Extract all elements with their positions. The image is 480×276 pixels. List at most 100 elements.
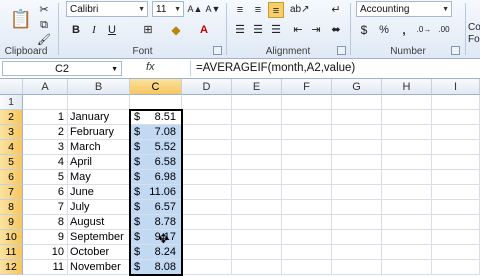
merge-center-icon[interactable]: ⬌: [328, 22, 344, 38]
cut-icon[interactable]: ✂: [36, 2, 52, 18]
row-header[interactable]: 8: [0, 200, 23, 215]
cell-e[interactable]: [232, 155, 282, 170]
number-format-combo[interactable]: Accounting ▼: [356, 1, 452, 17]
name-box[interactable]: C2 ▼: [2, 61, 122, 76]
cell-g[interactable]: [332, 230, 382, 245]
currency-icon[interactable]: $: [356, 22, 372, 38]
dialog-launcher-icon[interactable]: [213, 46, 222, 55]
cell-g[interactable]: [332, 110, 382, 125]
cell-c[interactable]: $6.98: [130, 170, 182, 185]
cell-b[interactable]: June: [68, 185, 130, 200]
percent-icon[interactable]: %: [376, 22, 392, 38]
cell-i[interactable]: [432, 200, 480, 215]
font-size-combo[interactable]: 11 ▼: [152, 1, 184, 17]
font-color-icon[interactable]: A: [196, 22, 212, 38]
font-name-combo[interactable]: Calibri ▼: [66, 1, 148, 17]
comma-style-icon[interactable]: ,: [396, 22, 412, 38]
cell-a[interactable]: 9: [23, 230, 68, 245]
cell-i[interactable]: [432, 215, 480, 230]
column-header-d[interactable]: D: [182, 79, 232, 95]
align-center-icon[interactable]: ☰: [250, 22, 266, 38]
formula-input[interactable]: =AVERAGEIF(month,A2,value): [196, 60, 355, 77]
cell-g[interactable]: [332, 170, 382, 185]
cell-c[interactable]: $8.08: [130, 260, 182, 275]
cell-h[interactable]: [382, 245, 432, 260]
cell-b[interactable]: [68, 95, 130, 110]
cell-f[interactable]: [282, 155, 332, 170]
cell-d[interactable]: [182, 110, 232, 125]
underline-button[interactable]: U: [104, 22, 120, 38]
cell-f[interactable]: [282, 170, 332, 185]
cell-d[interactable]: [182, 170, 232, 185]
column-header-h[interactable]: H: [382, 79, 432, 95]
cell-b[interactable]: March: [68, 140, 130, 155]
cell-e[interactable]: [232, 140, 282, 155]
cell-a[interactable]: 4: [23, 155, 68, 170]
cell-h[interactable]: [382, 200, 432, 215]
cell-f[interactable]: [282, 125, 332, 140]
cell-a[interactable]: 8: [23, 215, 68, 230]
decrease-indent-icon[interactable]: ⇤: [290, 22, 306, 38]
orientation-icon[interactable]: ab↗: [290, 2, 310, 18]
cell-a[interactable]: 2: [23, 125, 68, 140]
cell-f[interactable]: [282, 185, 332, 200]
cell-e[interactable]: [232, 110, 282, 125]
cell-h[interactable]: [382, 170, 432, 185]
cell-a[interactable]: 7: [23, 200, 68, 215]
cell-i[interactable]: [432, 170, 480, 185]
cell-g[interactable]: [332, 125, 382, 140]
cell-e[interactable]: [232, 215, 282, 230]
cell-f[interactable]: [282, 230, 332, 245]
cell-i[interactable]: [432, 140, 480, 155]
cell-e[interactable]: [232, 185, 282, 200]
wrap-text-icon[interactable]: ↵: [328, 2, 344, 18]
row-header[interactable]: 10: [0, 230, 23, 245]
copy-icon[interactable]: ⧉: [36, 17, 52, 33]
cell-g[interactable]: [332, 185, 382, 200]
cell-f[interactable]: [282, 200, 332, 215]
row-header[interactable]: 11: [0, 245, 23, 260]
cell-d[interactable]: [182, 125, 232, 140]
cell-a[interactable]: 3: [23, 140, 68, 155]
cell-h[interactable]: [382, 230, 432, 245]
cell-h[interactable]: [382, 185, 432, 200]
cell-i[interactable]: [432, 95, 480, 110]
cell-g[interactable]: [332, 95, 382, 110]
column-header-a[interactable]: A: [23, 79, 68, 95]
cell-c[interactable]: $5.52: [130, 140, 182, 155]
cell-c[interactable]: $9.17: [130, 230, 182, 245]
cell-f[interactable]: [282, 260, 332, 275]
cell-i[interactable]: [432, 245, 480, 260]
row-header[interactable]: 3: [0, 125, 23, 140]
cell-g[interactable]: [332, 260, 382, 275]
cell-f[interactable]: [282, 215, 332, 230]
cell-b[interactable]: February: [68, 125, 130, 140]
row-header[interactable]: 7: [0, 185, 23, 200]
row-header[interactable]: 4: [0, 140, 23, 155]
cell-g[interactable]: [332, 155, 382, 170]
cell-d[interactable]: [182, 200, 232, 215]
column-header-c[interactable]: C: [130, 79, 182, 95]
fill-color-icon[interactable]: ◆: [168, 22, 184, 38]
cell-b[interactable]: November: [68, 260, 130, 275]
column-header-e[interactable]: E: [232, 79, 282, 95]
cell-h[interactable]: [382, 125, 432, 140]
align-middle-icon[interactable]: ≡: [250, 2, 266, 18]
cell-f[interactable]: [282, 95, 332, 110]
cell-h[interactable]: [382, 260, 432, 275]
row-header[interactable]: 6: [0, 170, 23, 185]
cell-d[interactable]: [182, 230, 232, 245]
cell-i[interactable]: [432, 155, 480, 170]
select-all-corner[interactable]: [0, 79, 23, 95]
cell-h[interactable]: [382, 155, 432, 170]
row-header[interactable]: 1: [0, 95, 23, 110]
shrink-font-icon[interactable]: A▼: [205, 1, 221, 17]
cell-i[interactable]: [432, 125, 480, 140]
borders-icon[interactable]: ⊞: [140, 22, 156, 38]
cell-e[interactable]: [232, 230, 282, 245]
cell-f[interactable]: [282, 110, 332, 125]
cell-a[interactable]: [23, 95, 68, 110]
cell-c[interactable]: $8.24: [130, 245, 182, 260]
cell-a[interactable]: 11: [23, 260, 68, 275]
grow-font-icon[interactable]: A▲: [187, 1, 203, 17]
